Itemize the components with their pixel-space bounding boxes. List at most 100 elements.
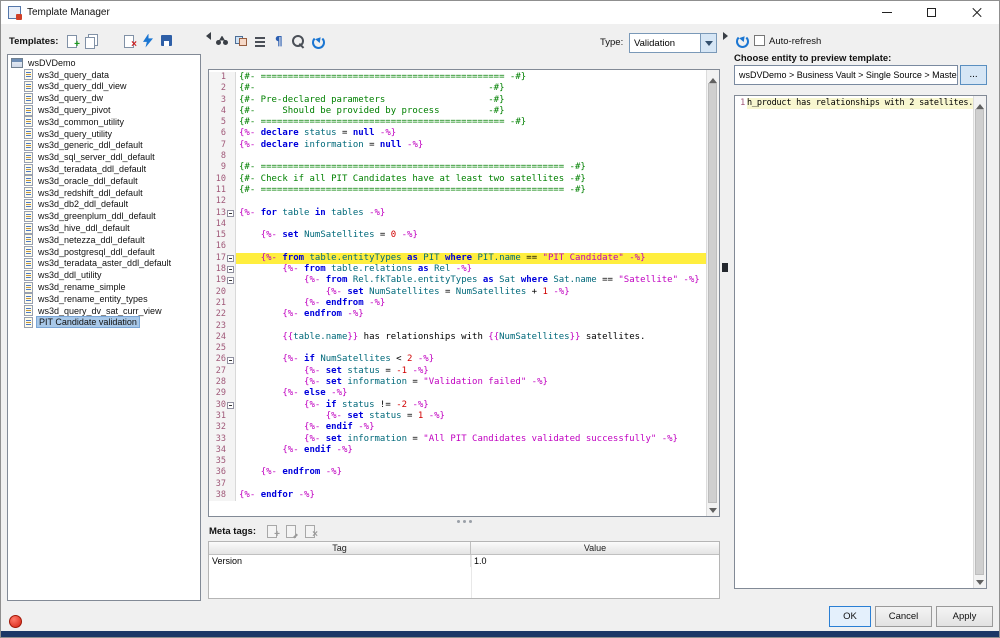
tree-root[interactable]: wsDVDemo	[8, 57, 200, 69]
editor-scrollbar-thumb[interactable]	[708, 83, 717, 503]
code-line[interactable]: 32 {%- endif -%}	[209, 422, 706, 433]
meta-row[interactable]: Version1.0	[209, 555, 719, 567]
code-line[interactable]: 29 {%- else -%}	[209, 388, 706, 399]
copy-button[interactable]	[82, 32, 100, 49]
tree-item[interactable]: ws3d_query_data	[8, 69, 200, 81]
ok-button[interactable]: OK	[829, 606, 871, 627]
code-line[interactable]: 37	[209, 479, 706, 490]
code-line[interactable]: 36 {%- endfrom -%}	[209, 467, 706, 478]
preview-scrollbar-thumb[interactable]	[975, 109, 984, 575]
tree-item[interactable]: ws3d_query_ddl_view	[8, 81, 200, 93]
paste-button[interactable]	[101, 32, 119, 49]
reload-button[interactable]	[308, 32, 326, 49]
scroll-up-icon[interactable]	[707, 70, 719, 83]
fold-toggle-icon[interactable]	[227, 210, 234, 217]
new-button[interactable]	[63, 32, 81, 49]
code-line[interactable]: 24 {{table.name}} has relationships with…	[209, 332, 706, 343]
save-button[interactable]	[158, 32, 176, 49]
tree-item[interactable]: ws3d_teradata_aster_ddl_default	[8, 258, 200, 270]
zoom-button[interactable]	[289, 32, 307, 49]
code-line[interactable]: 34 {%- endif -%}	[209, 445, 706, 456]
preview-output[interactable]: 1h_product has relationships with 2 sate…	[734, 95, 987, 589]
tree-item[interactable]: ws3d_query_pivot	[8, 104, 200, 116]
tree-item[interactable]: ws3d_query_dw	[8, 92, 200, 104]
delete-button[interactable]	[120, 32, 138, 49]
maximize-button[interactable]	[909, 1, 954, 24]
tree-item[interactable]: PIT Candidate validation	[8, 317, 200, 329]
cancel-button[interactable]: Cancel	[875, 606, 932, 627]
collapse-right-splitter-icon[interactable]	[723, 32, 732, 40]
tree-item[interactable]: ws3d_oracle_ddl_default	[8, 175, 200, 187]
tree-item[interactable]: ws3d_hive_ddl_default	[8, 222, 200, 234]
code-line[interactable]: 33 {%- set information = "All PIT Candid…	[209, 434, 706, 445]
code-line[interactable]: 25	[209, 343, 706, 354]
code-line[interactable]: 20 {%- set NumSatellites = NumSatellites…	[209, 287, 706, 298]
code-line[interactable]: 38{%- endfor -%}	[209, 490, 706, 501]
code-line[interactable]: 8	[209, 151, 706, 162]
right-splitter-handle[interactable]	[722, 263, 728, 272]
edit-meta-button[interactable]	[282, 522, 300, 539]
code-line[interactable]: 18 {%- from table.relations as Rel -%}	[209, 264, 706, 275]
code-line[interactable]: 1{#- ===================================…	[209, 72, 706, 83]
tree-item[interactable]: ws3d_db2_ddl_default	[8, 199, 200, 211]
code-line[interactable]: 35	[209, 456, 706, 467]
refresh-preview-button[interactable]	[732, 31, 750, 48]
tree-item[interactable]: ws3d_greenplum_ddl_default	[8, 210, 200, 222]
tree-item[interactable]: ws3d_redshift_ddl_default	[8, 187, 200, 199]
preview-scroll-up-icon[interactable]	[974, 96, 986, 109]
format-button[interactable]	[270, 32, 288, 49]
code-line[interactable]: 3{#- Pre-declared parameters -#}	[209, 95, 706, 106]
code-line[interactable]: 6{%- declare status = null -%}	[209, 128, 706, 139]
close-button[interactable]	[954, 1, 999, 24]
delete-meta-button[interactable]	[301, 522, 319, 539]
tree-item[interactable]: ws3d_postgresql_ddl_default	[8, 246, 200, 258]
tree-item[interactable]: ws3d_generic_ddl_default	[8, 140, 200, 152]
code-line[interactable]: 10{#- Check if all PIT Candidates have a…	[209, 174, 706, 185]
code-line[interactable]: 14	[209, 219, 706, 230]
tree-item[interactable]: ws3d_ddl_utility	[8, 269, 200, 281]
code-line[interactable]: 23	[209, 321, 706, 332]
minimize-button[interactable]	[864, 1, 909, 24]
code-line[interactable]: 19 {%- from Rel.fkTable.entityTypes as S…	[209, 275, 706, 286]
replace-button[interactable]	[232, 32, 250, 49]
preview-scroll-down-icon[interactable]	[974, 575, 986, 588]
entity-path-field[interactable]: wsDVDemo > Business Vault > Single Sourc…	[734, 65, 958, 85]
tree-item[interactable]: ws3d_rename_entity_types	[8, 293, 200, 305]
templates-tree[interactable]: wsDVDemows3d_query_dataws3d_query_ddl_vi…	[7, 54, 201, 601]
title-bar[interactable]: Template Manager	[1, 1, 999, 24]
code-line[interactable]: 4{#- Should be provided by process -#}	[209, 106, 706, 117]
tree-item[interactable]: ws3d_rename_simple	[8, 281, 200, 293]
tree-item[interactable]: ws3d_query_dv_sat_curr_view	[8, 305, 200, 317]
tree-item[interactable]: ws3d_teradata_ddl_default	[8, 163, 200, 175]
tree-item[interactable]: ws3d_sql_server_ddl_default	[8, 151, 200, 163]
code-line[interactable]: 22 {%- endfrom -%}	[209, 309, 706, 320]
scroll-down-icon[interactable]	[707, 503, 719, 516]
browse-entity-button[interactable]: ...	[960, 65, 987, 85]
code-line[interactable]: 13{%- for table in tables -%}	[209, 208, 706, 219]
code-line[interactable]: 26 {%- if NumSatellites < 2 -%}	[209, 354, 706, 365]
code-line[interactable]: 16	[209, 241, 706, 252]
indent-button[interactable]	[251, 32, 269, 49]
fold-toggle-icon[interactable]	[227, 255, 234, 262]
meta-tags-table[interactable]: Tag Value Version1.0	[208, 541, 720, 599]
generate-button[interactable]	[139, 32, 157, 49]
code-line[interactable]: 5{#- ===================================…	[209, 117, 706, 128]
type-dropdown[interactable]: Validation	[629, 33, 717, 53]
apply-button[interactable]: Apply	[936, 606, 993, 627]
editor-resize-grip[interactable]	[441, 518, 487, 524]
fold-toggle-icon[interactable]	[227, 357, 234, 364]
code-line[interactable]: 2{#- -#}	[209, 83, 706, 94]
collapse-left-splitter-icon[interactable]	[202, 32, 211, 40]
chevron-down-icon[interactable]	[700, 34, 716, 52]
preview-scrollbar[interactable]	[973, 96, 986, 588]
code-line[interactable]: 9{#- ===================================…	[209, 162, 706, 173]
tree-item[interactable]: ws3d_query_utility	[8, 128, 200, 140]
code-line[interactable]: 7{%- declare information = null -%}	[209, 140, 706, 151]
fold-toggle-icon[interactable]	[227, 277, 234, 284]
tree-item[interactable]: ws3d_netezza_ddl_default	[8, 234, 200, 246]
find-button[interactable]	[213, 32, 231, 49]
code-line[interactable]: 28 {%- set information = "Validation fai…	[209, 377, 706, 388]
fold-toggle-icon[interactable]	[227, 266, 234, 273]
code-line[interactable]: 15 {%- set NumSatellites = 0 -%}	[209, 230, 706, 241]
auto-refresh-checkbox[interactable]	[754, 35, 765, 46]
